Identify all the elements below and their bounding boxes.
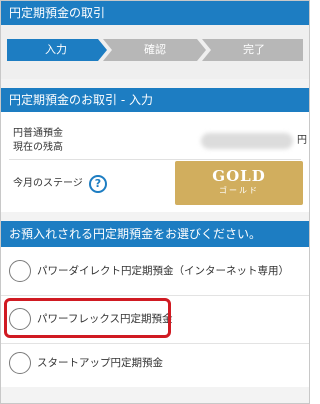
page-header: 円定期預金の取引	[1, 1, 309, 25]
option-label-power-direct: パワーダイレクト円定期預金（インターネット専用）	[37, 265, 289, 277]
option-startup[interactable]: スタートアップ円定期預金	[1, 339, 309, 387]
section-title-select: お預入れされる円定期預金をお選びください。	[9, 227, 262, 241]
stage-label: 今月のステージ	[13, 178, 83, 189]
stage-badge-sub: ゴールド	[219, 186, 259, 195]
balance-unit: 円	[297, 135, 307, 146]
section-header-input: 円定期預金のお取引 - 入力	[1, 88, 309, 112]
balance-amount-masked	[201, 133, 293, 149]
section-title-input: 円定期預金のお取引 - 入力	[9, 93, 153, 107]
section-spacer	[1, 79, 309, 88]
stage-badge: GOLD ゴールド	[175, 161, 303, 205]
page-title: 円定期預金の取引	[9, 6, 106, 20]
section-spacer	[1, 212, 309, 221]
step-label-confirm: 確認	[144, 43, 166, 56]
step-label-complete: 完了	[243, 43, 265, 56]
app-frame: 円定期預金の取引 入力 確認 完了 円定期預金のお取引 - 入力 円普通預金 現…	[0, 0, 310, 404]
radio-startup[interactable]	[9, 352, 31, 374]
radio-power-direct[interactable]	[9, 260, 31, 282]
row-divider	[9, 159, 301, 160]
option-label-startup: スタートアップ円定期預金	[37, 357, 163, 369]
footer-spacer	[1, 387, 309, 403]
option-power-direct[interactable]: パワーダイレクト円定期預金（インターネット専用）	[1, 247, 309, 295]
balance-label-line1: 円普通預金	[13, 128, 63, 139]
section-header-select: お預入れされる円定期預金をお選びください。	[1, 221, 309, 247]
help-icon[interactable]: ?	[89, 175, 107, 193]
highlight-annotation	[4, 298, 171, 338]
stage-badge-main: GOLD	[212, 167, 266, 185]
step-indicator: 入力 確認 完了	[1, 25, 309, 79]
step-label-input: 入力	[45, 43, 67, 56]
balance-label-line2: 現在の残高	[13, 142, 63, 153]
